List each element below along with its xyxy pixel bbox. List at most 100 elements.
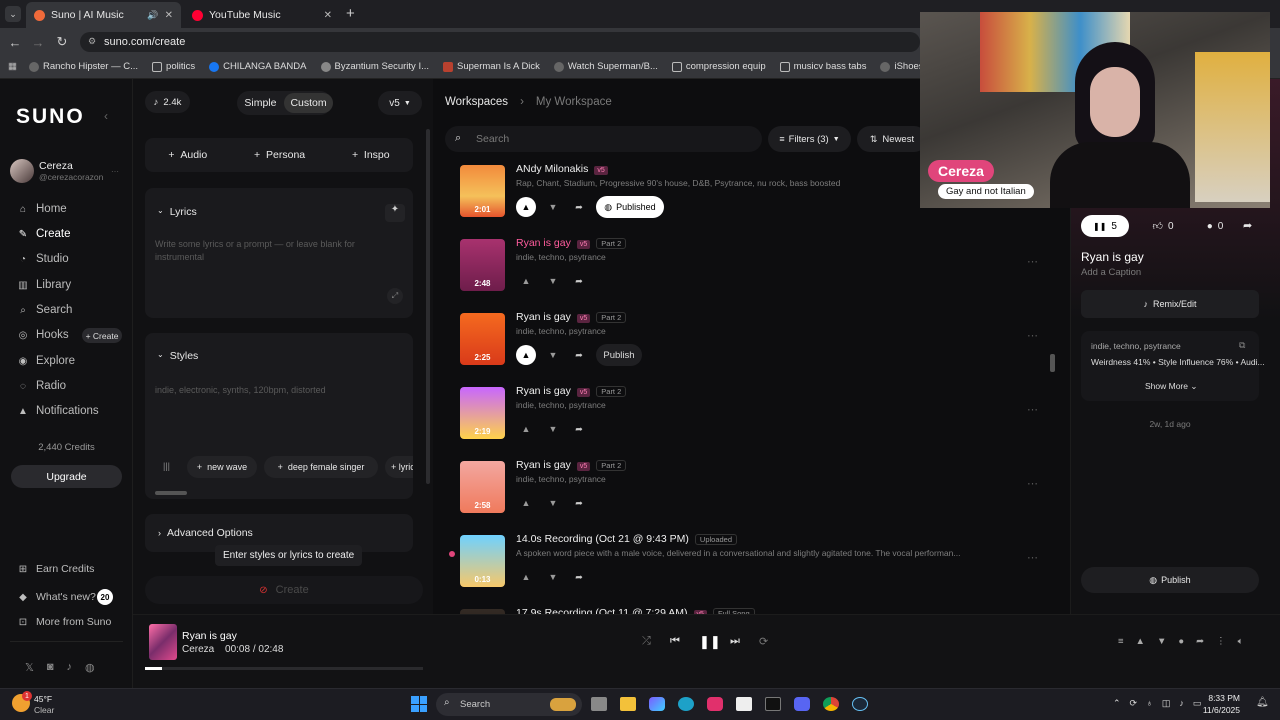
instagram-app-icon[interactable] bbox=[707, 697, 723, 711]
task-view-icon[interactable] bbox=[591, 697, 607, 711]
bookmark[interactable]: Byzantium Security I... bbox=[320, 61, 429, 72]
play-count-button[interactable]: ❚❚ 5 bbox=[1081, 215, 1129, 237]
instagram-icon[interactable]: ◙ bbox=[47, 661, 54, 674]
style-chip[interactable]: + deep female singer bbox=[264, 456, 378, 478]
add-persona-button[interactable]: + Persona bbox=[254, 149, 305, 161]
add-audio-button[interactable]: + Audio bbox=[168, 149, 207, 161]
now-playing-cover[interactable] bbox=[149, 624, 177, 660]
chip-scrollbar[interactable] bbox=[145, 491, 413, 495]
breadcrumb-current[interactable]: My Workspace bbox=[536, 96, 612, 108]
bookmark[interactable]: Superman Is A Dick bbox=[443, 61, 540, 72]
tiktok-icon[interactable]: ♪ bbox=[67, 661, 73, 674]
song-cover[interactable]: 2:19 bbox=[460, 387, 505, 439]
chrome-icon[interactable] bbox=[823, 697, 839, 711]
sidebar-item-notifications[interactable]: ▲ Notifications bbox=[18, 405, 99, 417]
magic-wand-icon[interactable]: ✦ bbox=[385, 204, 405, 222]
song-row[interactable]: 2:25 Ryan is gay v5 Part 2 indie, techno, ps… bbox=[460, 311, 1050, 381]
scrollbar-thumb[interactable] bbox=[155, 491, 187, 495]
discord-icon[interactable]: ◍ bbox=[85, 661, 95, 674]
song-row[interactable]: 17.9s Recording (Oct 11 @ 7:29 AM)v5Full… bbox=[460, 607, 1050, 614]
thumbs-down-icon[interactable]: ▼ bbox=[543, 419, 563, 439]
expand-icon[interactable]: ⤢ bbox=[387, 288, 403, 304]
tab-youtube-music[interactable]: YouTube Music ✕ bbox=[184, 2, 340, 28]
sidebar-item-explore[interactable]: ◉ Explore bbox=[18, 355, 75, 367]
share-icon[interactable]: ➦ bbox=[569, 345, 589, 365]
shuffle-icon[interactable]: ⤮ bbox=[642, 635, 651, 648]
song-row[interactable]: 2:58 Ryan is gay v5 Part 2 indie, techno, ps… bbox=[460, 459, 1050, 529]
copy-icon[interactable]: ⧉ bbox=[1239, 340, 1245, 351]
mic-icon[interactable]: ♁ bbox=[1146, 698, 1153, 709]
site-info-icon[interactable]: ⚙ bbox=[88, 36, 96, 47]
sort-button[interactable]: ⇅ Newest bbox=[857, 126, 927, 152]
search-input[interactable]: ⌕ Search bbox=[445, 126, 762, 152]
back-icon[interactable]: ← bbox=[4, 31, 26, 53]
sidebar-item-hooks[interactable]: ◎ Hooks bbox=[18, 329, 69, 341]
url-input[interactable]: ⚙ suno.com/create bbox=[80, 32, 920, 52]
file-explorer-icon[interactable] bbox=[620, 697, 636, 711]
style-chip[interactable]: + new wave bbox=[187, 456, 257, 478]
speaker-icon[interactable]: 🔊 bbox=[147, 10, 158, 21]
taskbar-search[interactable]: ⌕ Search bbox=[436, 693, 582, 716]
bookmark[interactable]: politics bbox=[152, 61, 195, 72]
now-playing-artist[interactable]: Cereza bbox=[182, 644, 214, 655]
share-icon[interactable]: ➦ bbox=[1196, 636, 1204, 647]
close-tab-icon[interactable]: ✕ bbox=[165, 10, 173, 21]
song-row[interactable]: 2:19 Ryan is gay v5 Part 2 indie, techno, ps… bbox=[460, 385, 1050, 455]
thumbs-up-icon[interactable]: ▲ bbox=[516, 493, 536, 513]
comments-button[interactable]: ● 0 bbox=[1195, 215, 1235, 237]
hooks-create-button[interactable]: + Create bbox=[82, 328, 122, 343]
comment-icon[interactable]: ● bbox=[1178, 636, 1184, 647]
song-title[interactable]: Ryan is gay bbox=[516, 459, 571, 471]
create-button[interactable]: ⊘ Create bbox=[145, 576, 423, 604]
mode-custom-tab[interactable]: Custom bbox=[284, 93, 333, 113]
mode-simple-tab[interactable]: Simple bbox=[236, 93, 284, 113]
share-icon[interactable]: ➦ bbox=[569, 419, 589, 439]
sidebar-item-library[interactable]: ▥ Library bbox=[18, 279, 71, 291]
edge-icon[interactable] bbox=[678, 697, 694, 711]
thumbs-down-icon[interactable]: ▼ bbox=[1157, 636, 1166, 647]
thumbs-up-icon[interactable]: ▲ bbox=[516, 197, 536, 217]
sidebar-item-radio[interactable]: ◌ Radio bbox=[18, 380, 66, 392]
song-row[interactable]: 2:48 Ryan is gay v5 Part 2 indie, techno, ps… bbox=[460, 237, 1050, 307]
user-menu-icon[interactable]: ⋯ bbox=[111, 167, 119, 176]
style-chip[interactable]: + lyric bbox=[385, 456, 413, 478]
sidebar-item-home[interactable]: ⌂ Home bbox=[18, 203, 67, 215]
next-icon[interactable]: ⏭ bbox=[730, 635, 740, 648]
notifications-icon[interactable]: 🔔︎ bbox=[1256, 697, 1269, 708]
publish-button[interactable]: Publish bbox=[596, 344, 642, 366]
queue-icon[interactable]: ≡ bbox=[1118, 636, 1124, 647]
thumbs-down-icon[interactable]: ▼ bbox=[543, 567, 563, 587]
lyrics-header[interactable]: ⌄ Lyrics bbox=[157, 206, 197, 218]
song-title[interactable]: Ryan is gay bbox=[516, 237, 571, 249]
avatar[interactable] bbox=[10, 159, 34, 183]
thumbs-up-icon[interactable]: ▲ bbox=[516, 419, 536, 439]
like-button[interactable]: 👍︎ 0 bbox=[1143, 215, 1183, 237]
song-cover[interactable]: 2:48 bbox=[460, 239, 505, 291]
earn-credits-link[interactable]: ⊞ Earn Credits bbox=[18, 563, 95, 575]
thumbs-down-icon[interactable]: ▼ bbox=[543, 197, 563, 217]
styles-textarea[interactable]: indie, electronic, synths, 120bpm, disto… bbox=[155, 385, 326, 395]
model-version-select[interactable]: v5 ▼ bbox=[378, 91, 422, 115]
discord-app-icon[interactable] bbox=[794, 697, 810, 711]
sync-icon[interactable]: ⟳ bbox=[1130, 698, 1138, 709]
share-icon[interactable]: ➦ bbox=[569, 197, 589, 217]
apps-grid-icon[interactable]: ▦ bbox=[8, 61, 17, 72]
published-button[interactable]: ◍ Published bbox=[596, 196, 664, 218]
song-title[interactable]: 17.9s Recording (Oct 11 @ 7:29 AM) bbox=[516, 607, 688, 614]
windows-start-icon[interactable] bbox=[411, 696, 427, 712]
sidebar-item-search[interactable]: ⌕ Search bbox=[18, 304, 72, 316]
x-icon[interactable]: 𝕏 bbox=[25, 661, 34, 674]
tab-list-icon[interactable]: ⌄ bbox=[5, 6, 21, 22]
tray-overflow-icon[interactable]: ⌃ bbox=[1113, 698, 1121, 709]
thumbs-down-icon[interactable]: ▼ bbox=[543, 271, 563, 291]
weather-temp[interactable]: 45°F bbox=[34, 694, 52, 704]
new-tab-button[interactable]: + bbox=[346, 5, 355, 22]
volume-icon[interactable]: ♪ bbox=[1179, 698, 1184, 709]
bookmark[interactable]: Rancho Hipster — C... bbox=[28, 61, 138, 72]
styles-header[interactable]: ⌄ Styles bbox=[157, 350, 198, 362]
more-options-icon[interactable]: ⋯ bbox=[1027, 477, 1039, 490]
lyrics-textarea[interactable]: Write some lyrics or a prompt — or leave… bbox=[155, 238, 365, 264]
more-options-icon[interactable]: ⋯ bbox=[1027, 255, 1039, 268]
song-cover[interactable]: 2:58 bbox=[460, 461, 505, 513]
bookmark[interactable]: CHILANGA BANDA bbox=[209, 61, 307, 72]
